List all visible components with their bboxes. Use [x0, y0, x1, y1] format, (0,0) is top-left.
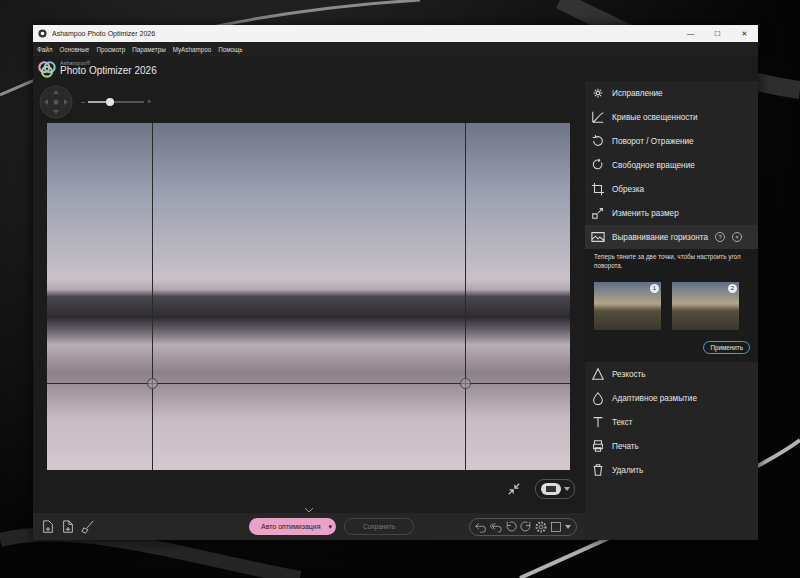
clear-broom-icon[interactable]	[81, 520, 95, 534]
tool-item[interactable]: Резкость	[585, 362, 758, 386]
tool-item[interactable]: Свободное вращение	[585, 153, 758, 177]
window-control-button[interactable]: ☐	[704, 30, 731, 38]
zoom-knob[interactable]	[106, 98, 114, 106]
add-file-icon[interactable]	[41, 520, 55, 534]
tool-item[interactable]: Изменить размер	[585, 201, 758, 225]
title-bar: Ashampoo Photo Optimizer 2026 —☐✕	[33, 25, 758, 42]
horizon-handle[interactable]	[147, 378, 158, 389]
tool-8-icon	[591, 391, 605, 405]
view-mode-toggle[interactable]	[535, 479, 575, 499]
help-button[interactable]: ?	[715, 232, 725, 242]
menu-bar: Файл Основные Просмотр Параметры MyAshampoo П…	[33, 42, 758, 56]
window-control-button[interactable]: —	[677, 30, 704, 38]
tool-3-icon	[591, 158, 605, 172]
app-icon	[38, 29, 47, 38]
example-thumbnail: 2	[672, 282, 739, 330]
tool-10-icon	[591, 439, 605, 453]
window-title: Ashampoo Photo Optimizer 2026	[52, 30, 155, 37]
tool-4-icon	[591, 182, 605, 196]
auto-optimize-dropdown[interactable]: ▾	[329, 523, 333, 531]
menu-item[interactable]: MyAshampoo	[173, 46, 212, 53]
tool-0-icon	[591, 86, 605, 100]
dropdown-arrow-icon[interactable]	[565, 524, 571, 530]
tool-1-icon	[591, 110, 605, 124]
tool-5-icon	[591, 206, 605, 220]
tool-item[interactable]: Удалить	[585, 458, 758, 482]
grid-line	[152, 123, 153, 470]
compare-icon[interactable]	[550, 521, 562, 533]
tool-item[interactable]: Обрезка	[585, 177, 758, 201]
desktop: Ashampoo Photo Optimizer 2026 —☐✕ Файл Осно…	[0, 0, 800, 578]
logo-product: Photo Optimizer 2026	[60, 66, 157, 76]
apply-button[interactable]: Применить	[703, 341, 750, 354]
undo-all-icon[interactable]	[490, 521, 502, 533]
rotate-left-icon[interactable]	[505, 521, 517, 533]
step-badge: 1	[650, 284, 659, 293]
edit-toolbar	[469, 518, 577, 536]
tool-item[interactable]: Кривые освещенности	[585, 105, 758, 129]
auto-optimize-button[interactable]: Авто оптимизация▾	[249, 518, 336, 535]
menu-item[interactable]: Основные	[59, 46, 89, 53]
horizon-panel: Теперь тяните за две точки, чтобы настро…	[585, 249, 758, 362]
close-tool-button[interactable]: ×	[732, 232, 742, 242]
step-badge: 2	[728, 284, 737, 293]
undo-icon[interactable]	[475, 521, 487, 533]
add-folder-icon[interactable]	[61, 520, 75, 534]
menu-item[interactable]: Параметры	[132, 46, 166, 53]
hint-text: Теперь тяните за две точки, чтобы настро…	[594, 253, 750, 270]
tool-item[interactable]: Адаптивное размытие	[585, 386, 758, 410]
tool-11-icon	[591, 463, 605, 477]
navigation-pad-icon[interactable]	[39, 85, 73, 119]
menu-item[interactable]: Помощь	[218, 46, 242, 53]
bottom-bar: Авто оптимизация▾ Сохранить	[33, 513, 585, 540]
app-window: Ashampoo Photo Optimizer 2026 —☐✕ Файл Осно…	[33, 25, 758, 540]
workspace: –+ Авто оптимизация▾ Сохранить	[33, 81, 585, 540]
tool-item[interactable]: Исправление	[585, 81, 758, 105]
menu-item[interactable]: Файл	[37, 46, 52, 53]
horizon-handle[interactable]	[460, 378, 471, 389]
tool-9-icon	[591, 415, 605, 429]
zoom-slider[interactable]: –+	[81, 98, 151, 105]
collapse-icon[interactable]	[507, 482, 521, 496]
save-button: Сохранить	[344, 518, 414, 535]
rotate-right-icon[interactable]	[520, 521, 532, 533]
screen-icon	[540, 482, 562, 496]
dropdown-arrow-icon	[564, 486, 570, 492]
gear-icon[interactable]	[535, 521, 547, 533]
window-control-button[interactable]: ✕	[731, 30, 758, 38]
tool-6-icon	[591, 230, 605, 244]
horizon-line	[47, 383, 570, 384]
tool-item[interactable]: Текст	[585, 410, 758, 434]
example-thumbnail: 1	[594, 282, 661, 330]
tool-7-icon	[591, 367, 605, 381]
tool-item[interactable]: Выравнивание горизонта?×	[585, 225, 758, 249]
photo-canvas[interactable]	[47, 123, 570, 470]
grid-line	[465, 123, 466, 470]
app-header: Ashampoo®Photo Optimizer 2026	[33, 56, 758, 81]
tool-item[interactable]: Поворот / Отражение	[585, 129, 758, 153]
logo-icon	[38, 60, 56, 78]
menu-item[interactable]: Просмотр	[96, 46, 125, 53]
tool-item[interactable]: Печать	[585, 434, 758, 458]
tools-panel: ИсправлениеКривые освещенностиПоворот / …	[585, 81, 758, 540]
tool-2-icon	[591, 134, 605, 148]
